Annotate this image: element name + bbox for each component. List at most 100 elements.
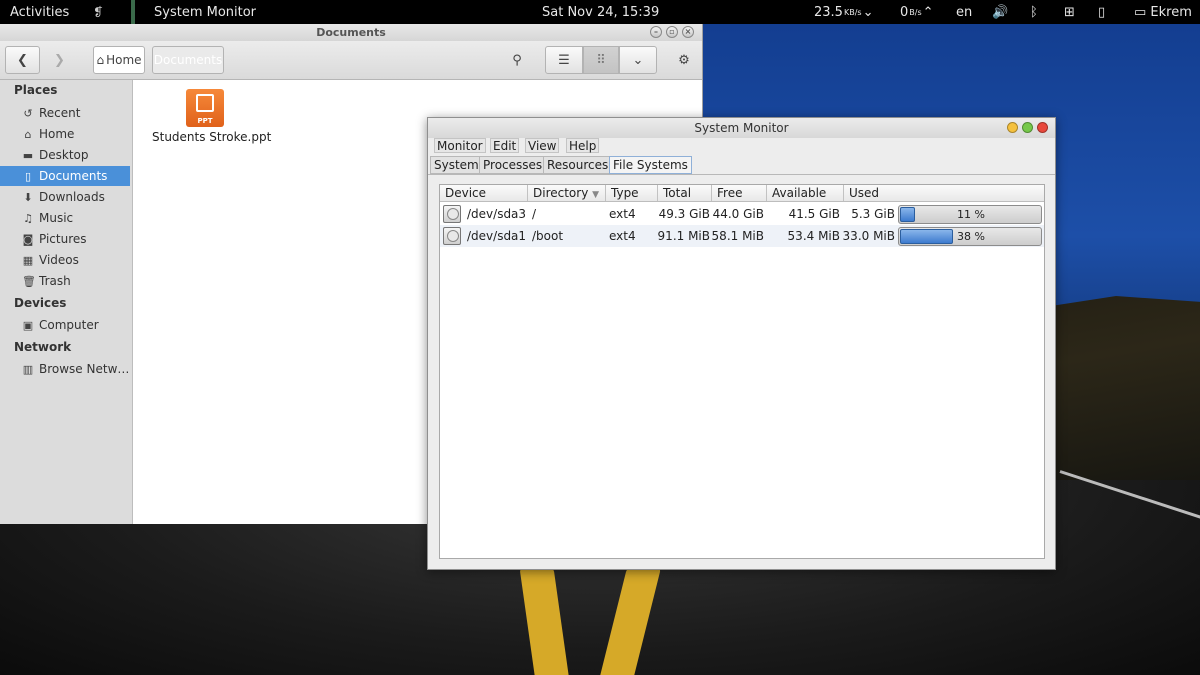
table-row[interactable]: /dev/sda3 / ext4 49.3 GiB 44.0 GiB 41.5 … bbox=[440, 203, 1044, 225]
menu-view[interactable]: View bbox=[525, 138, 560, 153]
sidebar-item-pictures[interactable]: ◙ Pictures bbox=[0, 229, 130, 249]
chevron-left-icon: ❮ bbox=[17, 52, 28, 68]
chevron-down-icon: ⌄ bbox=[632, 52, 644, 68]
menu-help[interactable]: Help bbox=[566, 138, 600, 153]
battery-icon[interactable]: ▯ bbox=[1098, 0, 1105, 24]
sidebar-item-label: Pictures bbox=[39, 232, 87, 246]
clock[interactable]: Sat Nov 24, 15:39 bbox=[542, 0, 659, 24]
back-button[interactable]: ❮ bbox=[5, 46, 40, 74]
breadcrumb-home-label: Home bbox=[106, 53, 142, 67]
camera-icon: ◙ bbox=[22, 232, 34, 246]
cell-type: ext4 bbox=[609, 207, 636, 221]
trash-icon: 🗑 bbox=[22, 274, 36, 288]
volume-icon[interactable]: 🔊 bbox=[992, 0, 1008, 24]
sidebar-item-recent[interactable]: ↺ Recent bbox=[0, 103, 130, 123]
search-button[interactable]: ⚲ bbox=[503, 46, 531, 74]
sidebar-item-documents[interactable]: ▯ Documents bbox=[0, 166, 130, 186]
cell-directory: / bbox=[532, 207, 537, 221]
net-upload-indicator[interactable]: 0 B/s ⌃ bbox=[900, 0, 934, 24]
sidebar-item-trash[interactable]: 🗑 Trash bbox=[0, 271, 130, 291]
sidebar-item-desktop[interactable]: ▬ Desktop bbox=[0, 145, 130, 165]
sidebar-item-label: Recent bbox=[39, 106, 81, 120]
breadcrumb-documents[interactable]: Documents bbox=[152, 46, 224, 74]
cell-total: 91.1 MiB bbox=[657, 229, 710, 243]
sidebar-item-label: Desktop bbox=[39, 148, 89, 162]
ppt-file-icon[interactable]: PPT bbox=[186, 89, 224, 127]
folder-icon: ▬ bbox=[22, 148, 34, 162]
minimize-button[interactable]: – bbox=[650, 26, 662, 38]
list-view-button[interactable]: ☰ bbox=[545, 46, 583, 74]
recent-icon: ↺ bbox=[23, 106, 33, 120]
keyboard-layout[interactable]: en bbox=[956, 0, 972, 24]
music-icon: ♫ bbox=[23, 211, 33, 225]
app-menu[interactable]: System Monitor bbox=[154, 0, 256, 24]
sidebar-item-downloads[interactable]: ⬇ Downloads bbox=[0, 187, 130, 207]
menu-monitor[interactable]: Monitor bbox=[434, 138, 486, 153]
column-directory-label: Directory bbox=[533, 186, 589, 200]
forward-button[interactable]: ❯ bbox=[42, 46, 77, 74]
cell-type: ext4 bbox=[609, 229, 636, 243]
files-titlebar[interactable]: Documents – ▫ × bbox=[0, 24, 702, 41]
column-total[interactable]: Total bbox=[658, 185, 712, 201]
grid-view-button[interactable]: ⠿ bbox=[583, 46, 619, 74]
file-type-badge: PPT bbox=[197, 117, 213, 125]
app-menu-icon[interactable]: ❡ bbox=[93, 0, 103, 24]
close-button[interactable]: × bbox=[682, 26, 694, 38]
sidebar-item-label: Downloads bbox=[39, 190, 105, 204]
column-type[interactable]: Type bbox=[606, 185, 658, 201]
usage-percent: 11 % bbox=[957, 208, 985, 221]
film-icon: ▦ bbox=[22, 253, 34, 267]
tab-resources[interactable]: Resources bbox=[543, 156, 613, 174]
user-menu[interactable]: ▭ Ekrem bbox=[1134, 0, 1192, 24]
sidebar-item-videos[interactable]: ▦ Videos bbox=[0, 250, 130, 270]
sysmon-tabbar: System Processes Resources File Systems bbox=[428, 155, 1055, 175]
sysmon-window-controls bbox=[1007, 122, 1048, 133]
network-status-icon[interactable]: ⊞ bbox=[1064, 0, 1075, 24]
sidebar-item-browse-network[interactable]: ▥ Browse Netw… bbox=[0, 359, 130, 379]
sidebar-item-label: Browse Netw… bbox=[39, 362, 130, 376]
column-directory[interactable]: Directory ▼ bbox=[528, 185, 606, 201]
arrow-up-icon: ⌃ bbox=[922, 4, 934, 20]
tab-system[interactable]: System bbox=[430, 156, 483, 174]
table-row[interactable]: /dev/sda1 /boot ext4 91.1 MiB 58.1 MiB 5… bbox=[440, 225, 1044, 247]
search-icon: ⚲ bbox=[512, 52, 522, 68]
computer-icon: ▣ bbox=[22, 318, 34, 332]
files-toolbar: ❮ ❯ ⌂ Home Documents ⚲ ☰ ⠿ ⌄ ⚙ bbox=[0, 41, 702, 80]
file-name[interactable]: Students Stroke.ppt bbox=[152, 130, 271, 144]
maximize-button[interactable] bbox=[1022, 122, 1033, 133]
grid-icon: ⠿ bbox=[596, 52, 606, 68]
tab-processes[interactable]: Processes bbox=[479, 156, 547, 174]
cell-total: 49.3 GiB bbox=[658, 207, 710, 221]
table-header: Device Directory ▼ Type Total Free Avail… bbox=[440, 185, 1044, 202]
cell-available: 41.5 GiB bbox=[788, 207, 840, 221]
sidebar-item-music[interactable]: ♫ Music bbox=[0, 208, 130, 228]
maximize-button[interactable]: ▫ bbox=[666, 26, 678, 38]
column-free[interactable]: Free bbox=[712, 185, 767, 201]
usage-bar: 11 % bbox=[898, 205, 1042, 224]
net-up-unit: B/s bbox=[909, 7, 922, 17]
sysmon-titlebar[interactable]: System Monitor bbox=[428, 118, 1055, 138]
close-button[interactable] bbox=[1037, 122, 1048, 133]
net-download-indicator[interactable]: 23.5 KB/s ⌄ bbox=[814, 0, 873, 24]
tab-file-systems[interactable]: File Systems bbox=[609, 156, 692, 174]
files-sidebar: Places ↺ Recent ⌂ Home ▬ Desktop ▯ Documents… bbox=[0, 80, 133, 524]
bluetooth-icon[interactable]: ᛒ bbox=[1030, 0, 1038, 24]
minimize-button[interactable] bbox=[1007, 122, 1018, 133]
column-available[interactable]: Available bbox=[767, 185, 844, 201]
sidebar-item-home[interactable]: ⌂ Home bbox=[0, 124, 130, 144]
column-used[interactable]: Used bbox=[844, 185, 1044, 201]
view-options-button[interactable]: ⌄ bbox=[619, 46, 657, 74]
activities-button[interactable]: Activities bbox=[10, 0, 69, 24]
devices-header: Devices bbox=[14, 296, 67, 310]
hard-disk-icon bbox=[443, 227, 461, 245]
usage-bar: 38 % bbox=[898, 227, 1042, 246]
sidebar-item-computer[interactable]: ▣ Computer bbox=[0, 315, 130, 335]
menu-edit[interactable]: Edit bbox=[490, 138, 520, 153]
net-up-value: 0 bbox=[900, 4, 909, 20]
chat-icon: ▭ bbox=[1134, 4, 1151, 20]
breadcrumb-home[interactable]: ⌂ Home bbox=[93, 46, 145, 74]
cell-used: 33.0 MiB bbox=[842, 229, 895, 243]
column-device[interactable]: Device bbox=[440, 185, 528, 201]
file-icon-glyph bbox=[196, 94, 214, 112]
settings-button[interactable]: ⚙ bbox=[670, 46, 698, 74]
